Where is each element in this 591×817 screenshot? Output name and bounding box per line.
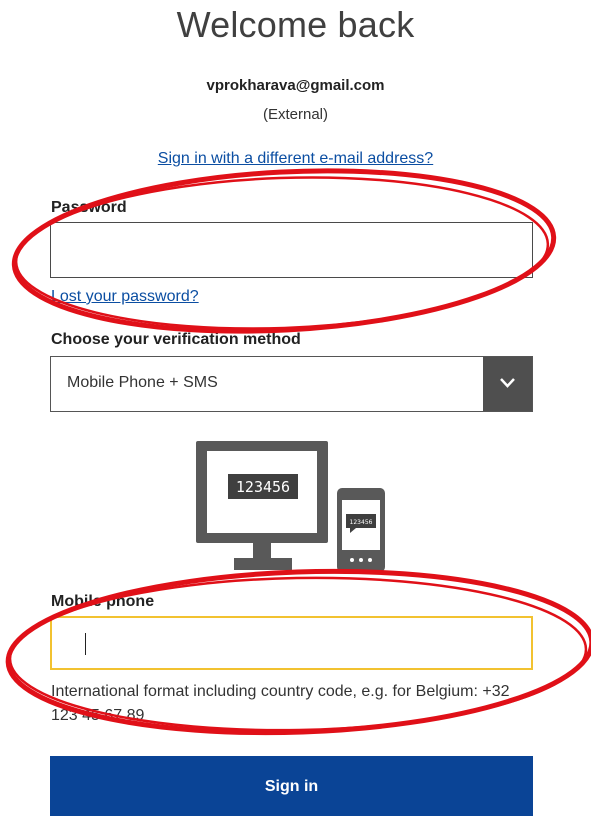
password-input[interactable]: [50, 222, 533, 278]
different-email-link[interactable]: Sign in with a different e-mail address?: [0, 150, 591, 168]
monitor-code: 123456: [236, 478, 290, 496]
lost-password-link[interactable]: Lost your password?: [51, 288, 199, 306]
sign-in-button[interactable]: Sign in: [50, 756, 533, 816]
verification-method-value: Mobile Phone + SMS: [67, 374, 218, 391]
password-label: Password: [51, 199, 127, 216]
mobile-phone-label: Mobile phone: [51, 593, 155, 610]
page-title: Welcome back: [176, 4, 415, 45]
verification-method-label: Choose your verification method: [51, 331, 301, 348]
mobile-phone-hint: International format including country c…: [51, 683, 510, 724]
verification-method-select[interactable]: Mobile Phone + SMS: [50, 356, 533, 412]
verification-illustration: 123456 123456: [196, 441, 385, 572]
phone-code: 123456: [350, 519, 373, 526]
account-email: vprokharava@gmail.com: [206, 77, 385, 94]
text-cursor: [85, 633, 86, 655]
monitor-icon: 123456: [196, 441, 328, 570]
dropdown-toggle[interactable]: [483, 357, 532, 411]
account-type: (External): [262, 106, 329, 123]
mobile-phone-input[interactable]: [50, 616, 533, 670]
mobile-phone-icon: 123456: [337, 488, 385, 572]
chevron-down-icon: [500, 378, 515, 388]
